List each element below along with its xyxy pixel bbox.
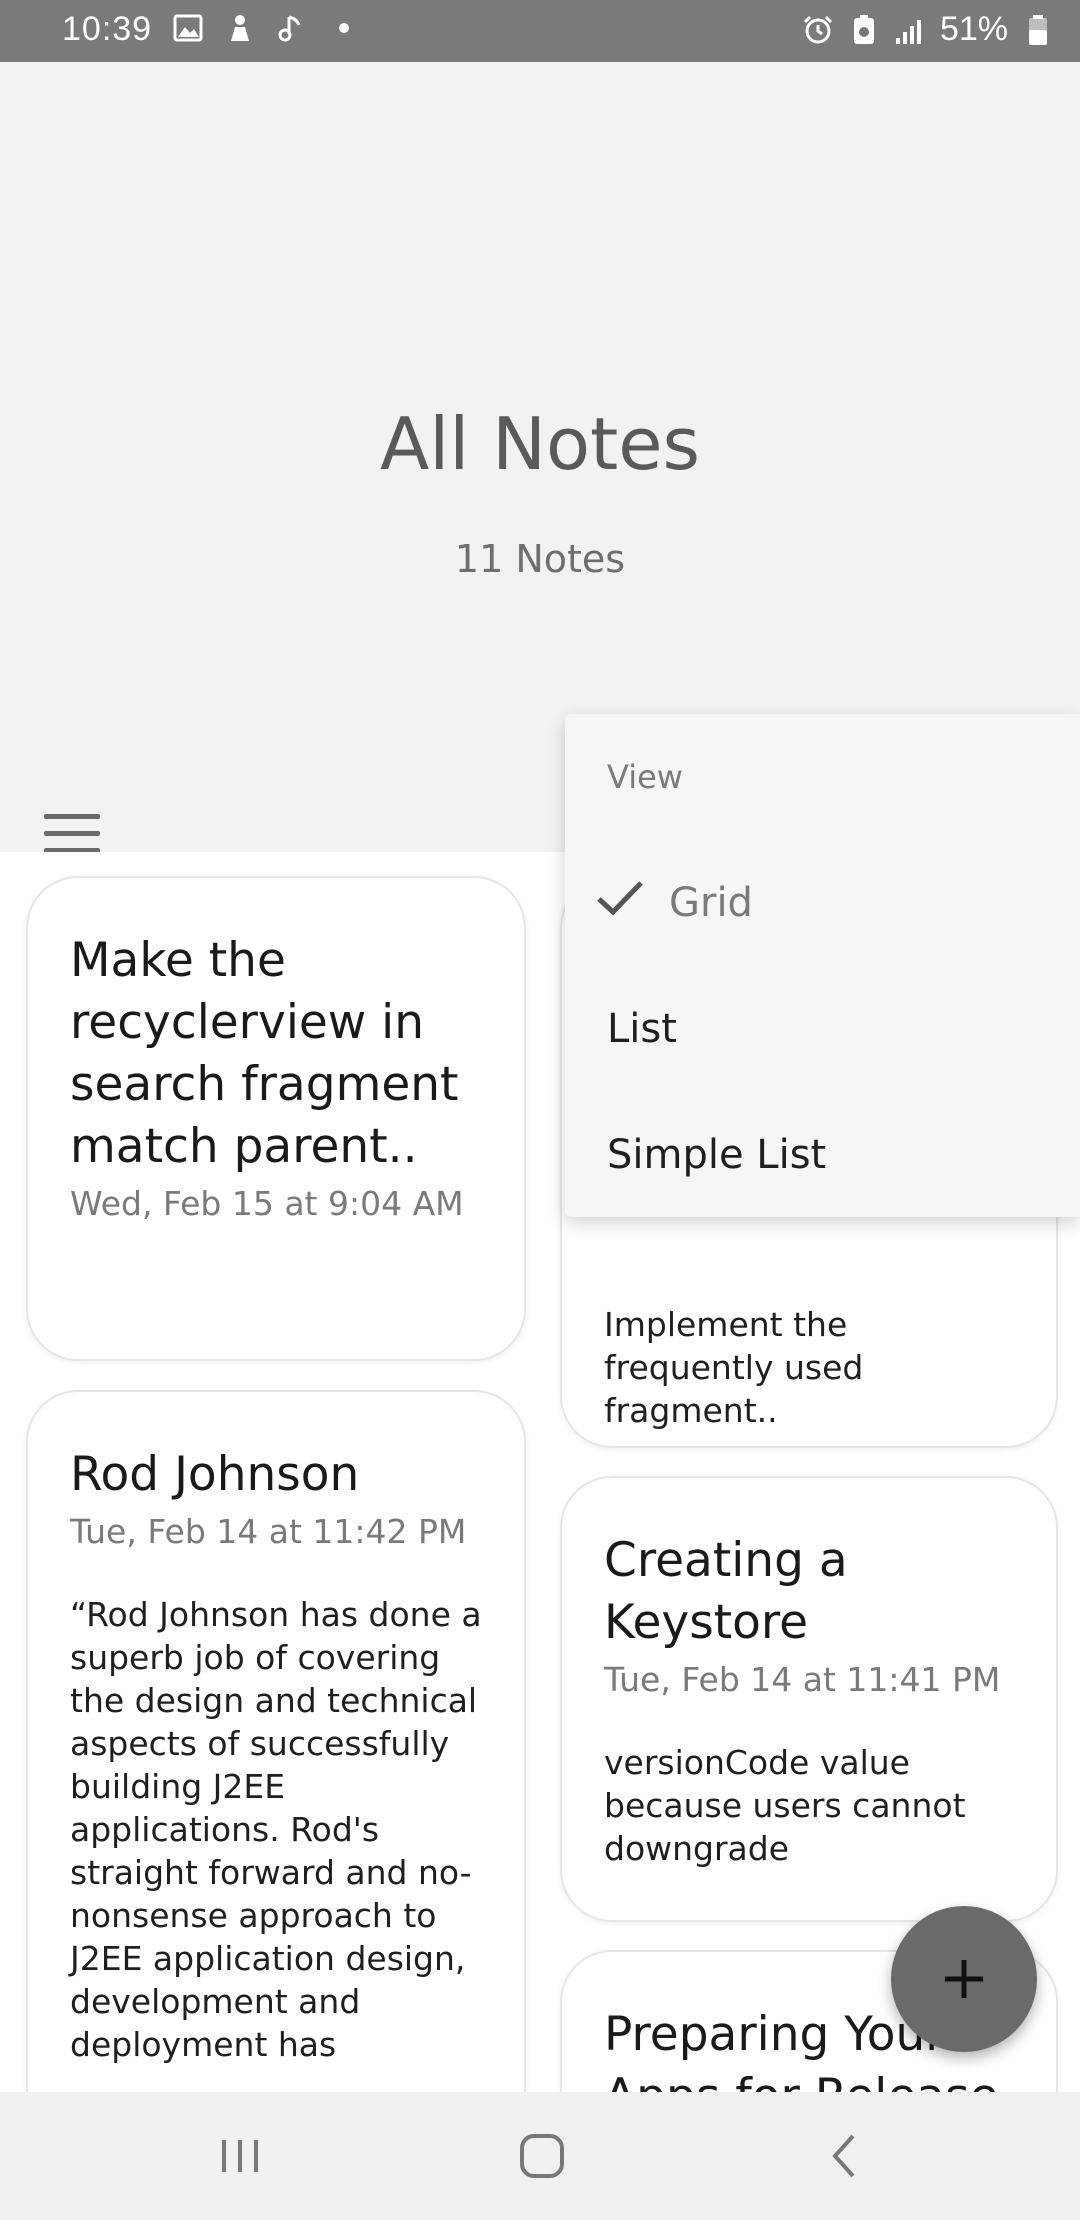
- note-title: Make the recyclerview in search fragment…: [70, 933, 459, 1174]
- note-title: Creating a Keystore: [604, 1533, 848, 1650]
- battery-percent: 51%: [939, 10, 1008, 48]
- image-icon: [172, 12, 204, 44]
- view-menu: View Grid List Simple List: [565, 714, 1080, 1217]
- signal-icon: [894, 14, 926, 46]
- view-option-list[interactable]: List: [607, 1006, 677, 1052]
- figure-icon: [224, 12, 256, 44]
- note-body: “Rod Johnson has done a superb job of co…: [70, 1595, 482, 2064]
- plus-icon: [945, 1960, 983, 1998]
- note-card[interactable]: Rod Johnson Tue, Feb 14 at 11:42 PM “Rod…: [26, 1390, 526, 2092]
- note-card[interactable]: Creating a Keystore Tue, Feb 14 at 11:41…: [560, 1476, 1058, 1922]
- view-option-grid[interactable]: Grid: [669, 880, 753, 926]
- note-body: versionCode value because users cannot d…: [604, 1743, 966, 1868]
- page-title: All Notes: [379, 402, 701, 486]
- status-bar: 10:39 51%: [0, 0, 1080, 62]
- add-note-button[interactable]: [891, 1906, 1037, 2052]
- status-time: 10:39: [62, 10, 153, 48]
- note-date: Wed, Feb 15 at 9:04 AM: [70, 1184, 464, 1223]
- battery-saver-icon: [848, 14, 880, 46]
- view-option-simple-list[interactable]: Simple List: [607, 1132, 826, 1178]
- check-icon: [597, 881, 643, 916]
- notes-count: 11 Notes: [454, 537, 626, 581]
- alarm-icon: [802, 14, 834, 46]
- back-icon[interactable]: [815, 2128, 875, 2184]
- note-title: Rod Johnson: [70, 1447, 360, 1502]
- home-icon[interactable]: [512, 2128, 572, 2184]
- view-menu-heading: View: [607, 758, 683, 796]
- music-note-icon: [276, 12, 308, 44]
- dot-icon: [328, 12, 360, 44]
- recent-apps-icon[interactable]: [210, 2128, 270, 2184]
- note-card[interactable]: Make the recyclerview in search fragment…: [26, 876, 526, 1361]
- battery-icon: [1022, 14, 1054, 46]
- note-date: Tue, Feb 14 at 11:42 PM: [70, 1512, 467, 1551]
- system-nav-bar: [0, 2092, 1080, 2220]
- note-date: Tue, Feb 14 at 11:41 PM: [604, 1660, 1001, 1699]
- note-body: Implement the frequently used fragment..: [604, 1305, 864, 1430]
